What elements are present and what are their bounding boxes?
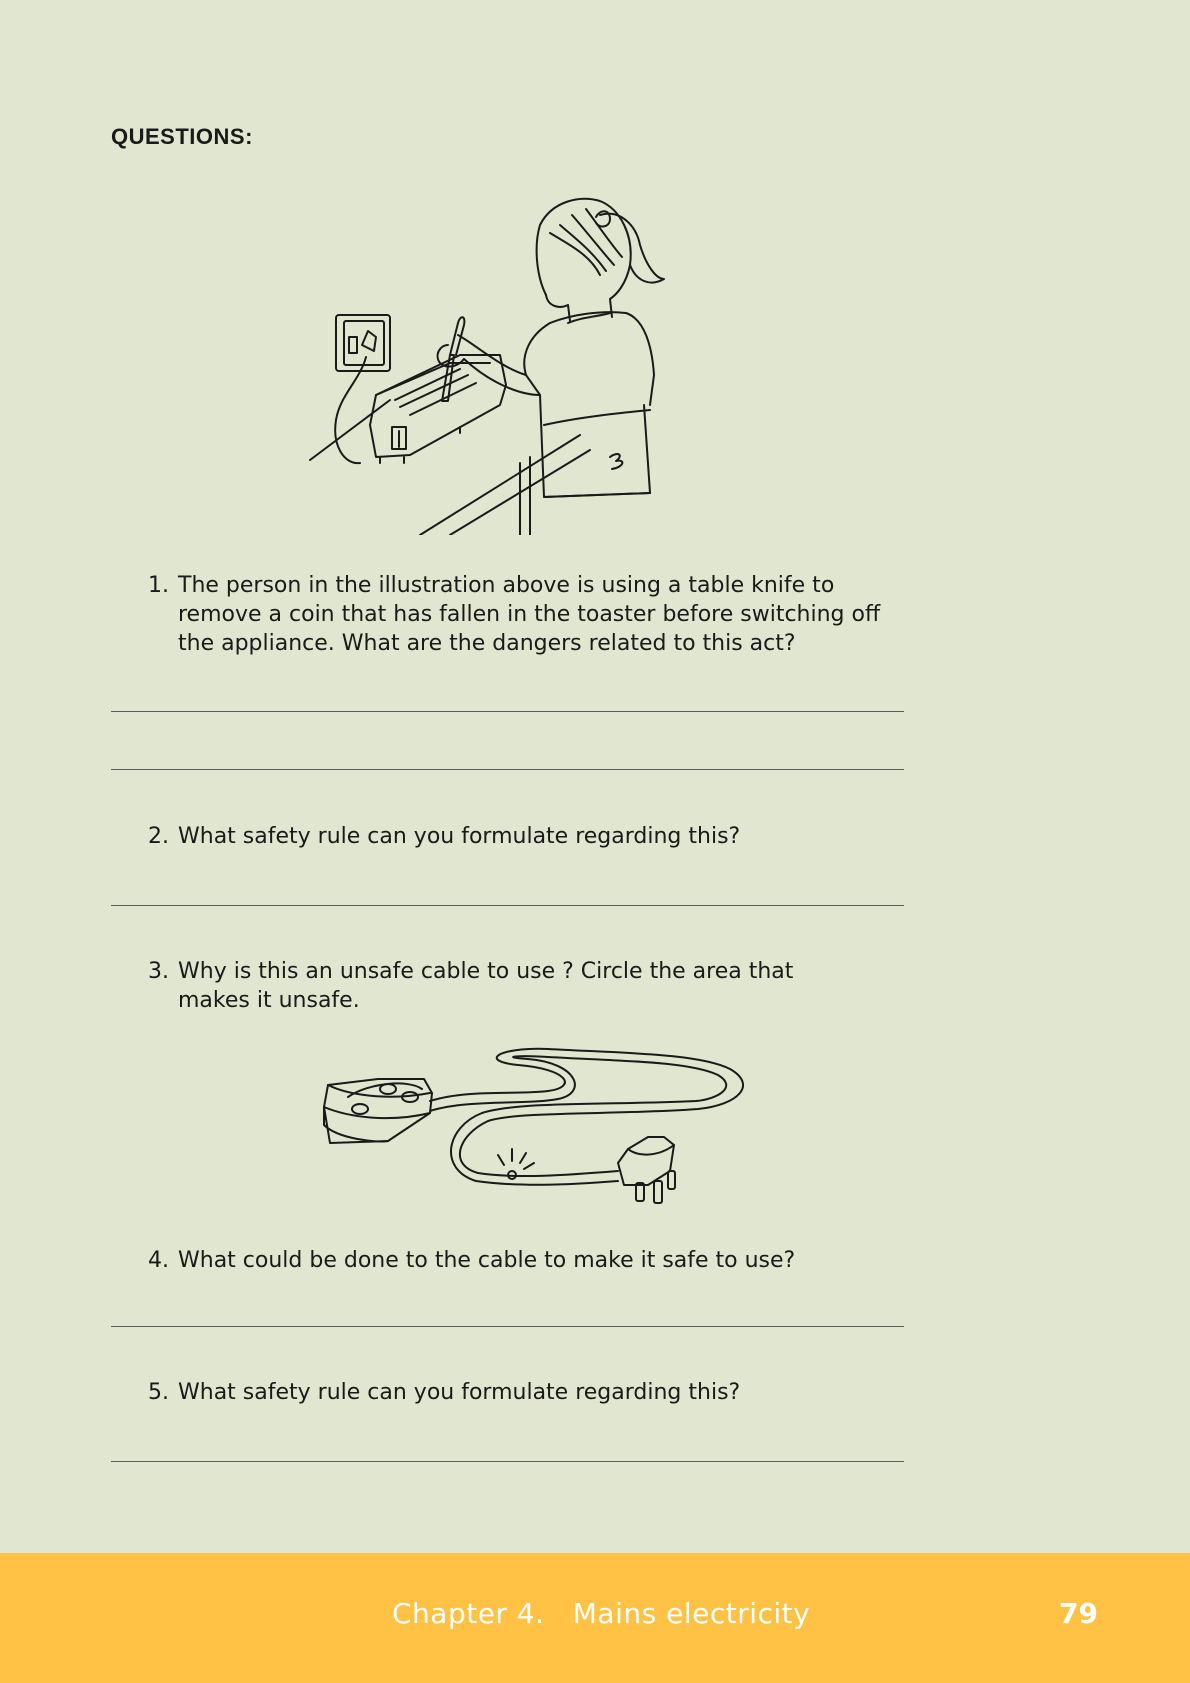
question-number: 5. bbox=[148, 1380, 169, 1405]
answer-line[interactable] bbox=[111, 711, 904, 712]
answer-line[interactable] bbox=[111, 769, 904, 770]
question-5: 5. What safety rule can you formulate re… bbox=[130, 1378, 910, 1407]
question-3: 3. Why is this an unsafe cable to use ? … bbox=[130, 957, 910, 1015]
answer-line[interactable] bbox=[111, 1461, 904, 1462]
question-text: What could be done to the cable to make … bbox=[178, 1248, 796, 1273]
question-1: 1. The person in the illustration above … bbox=[130, 571, 910, 658]
section-heading: QUESTIONS: bbox=[111, 124, 253, 149]
question-text: Why is this an unsafe cable to use ? Cir… bbox=[178, 959, 794, 1013]
question-text: What safety rule can you formulate regar… bbox=[178, 1380, 741, 1405]
question-text: The person in the illustration above is … bbox=[178, 573, 881, 656]
page-number: 79 bbox=[1059, 1597, 1098, 1630]
question-number: 2. bbox=[148, 824, 169, 849]
question-number: 1. bbox=[148, 573, 169, 598]
question-number: 4. bbox=[148, 1248, 169, 1273]
question-2: 2. What safety rule can you formulate re… bbox=[130, 822, 910, 851]
girl-toaster-illustration bbox=[309, 197, 665, 535]
chapter-title: Chapter 4. Mains electricity bbox=[392, 1597, 811, 1630]
answer-line[interactable] bbox=[111, 905, 904, 906]
question-text: What safety rule can you formulate regar… bbox=[178, 824, 741, 849]
damaged-cable-illustration bbox=[323, 1047, 744, 1204]
question-4: 4. What could be done to the cable to ma… bbox=[130, 1246, 910, 1275]
question-number: 3. bbox=[148, 959, 169, 984]
answer-line[interactable] bbox=[111, 1326, 904, 1327]
page-footer: Chapter 4. Mains electricity 79 bbox=[0, 1553, 1190, 1683]
